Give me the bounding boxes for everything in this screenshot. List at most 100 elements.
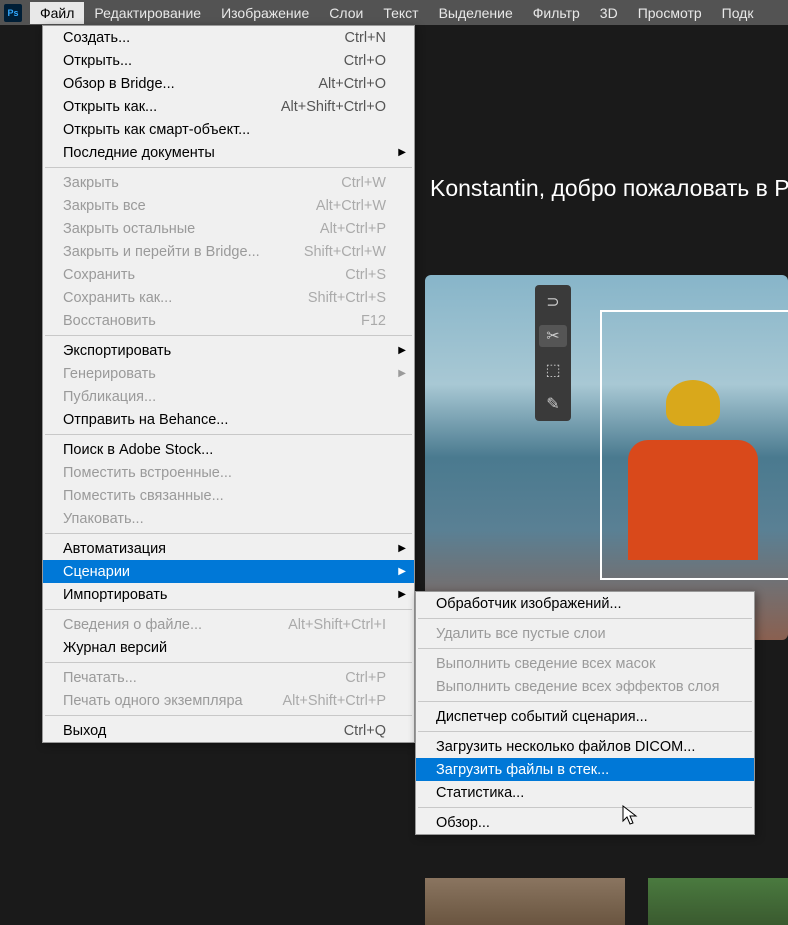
menu-item-label: Выполнить сведение всех масок [436,656,655,672]
submenu-arrow-icon: ▶ [398,345,406,356]
menubar-item-6[interactable]: Фильтр [523,2,590,24]
file-menu-item-g5-1[interactable]: Сценарии▶ [43,560,414,583]
menu-item-label: Открыть как смарт-объект... [63,122,250,138]
menubar: Ps ФайлРедактированиеИзображениеСлоиТекс… [0,0,788,25]
menu-item-label: Обзор в Bridge... [63,76,175,92]
menu-item-label: Сценарии [63,564,130,580]
scripts-submenu-item-g2-0: Удалить все пустые слои [416,622,754,645]
thumbnail-1[interactable] [425,878,625,925]
file-menu-item-g7-1: Печать одного экземпляра Alt+Shift+Ctrl+P [43,689,414,712]
file-menu-item-g6-1[interactable]: Журнал версий [43,636,414,659]
file-menu-item-g4-1: Поместить встроенные... [43,461,414,484]
scripts-submenu-item-g5-1[interactable]: Загрузить файлы в стек... [416,758,754,781]
lasso-icon: ⊃ [539,291,567,313]
person-illustration [628,380,758,560]
menu-item-label: Сохранить [63,267,135,283]
file-menu-item-g1-4[interactable]: Открыть как смарт-объект... [43,118,414,141]
file-menu-item-g2-6: ВосстановитьF12 [43,309,414,332]
scripts-submenu-item-g1-0[interactable]: Обработчик изображений... [416,592,754,615]
menu-item-label: Поместить связанные... [63,488,224,504]
file-menu-item-g1-0[interactable]: Создать...Ctrl+N [43,26,414,49]
menubar-item-4[interactable]: Текст [373,2,428,24]
file-menu-item-g8-0[interactable]: ВыходCtrl+Q [43,719,414,742]
menu-item-label: Статистика... [436,785,524,801]
menu-item-label: Открыть как... [63,99,157,115]
menu-item-shortcut: Ctrl+W [341,175,386,191]
menu-item-label: Отправить на Behance... [63,412,228,428]
menu-separator [45,609,412,610]
submenu-arrow-icon: ▶ [398,589,406,600]
menu-item-label: Публикация... [63,389,156,405]
welcome-heading: Konstantin, добро пожаловать в Ph [430,175,788,202]
object-select-icon: ⬚ [539,359,567,381]
menu-item-shortcut: Shift+Ctrl+W [304,244,386,260]
file-menu-item-g2-2: Закрыть остальныеAlt+Ctrl+P [43,217,414,240]
file-menu-item-g3-0[interactable]: Экспортировать ▶ [43,339,414,362]
menu-item-label: Удалить все пустые слои [436,626,606,642]
menubar-item-5[interactable]: Выделение [429,2,523,24]
menu-item-label: Поиск в Adobe Stock... [63,442,213,458]
menu-separator [45,434,412,435]
menu-item-shortcut: Ctrl+P [345,670,386,686]
menubar-item-0[interactable]: Файл [30,2,84,24]
menu-item-shortcut: Alt+Shift+Ctrl+P [282,693,386,709]
menu-item-shortcut: Ctrl+O [344,53,386,69]
submenu-arrow-icon: ▶ [398,147,406,158]
scripts-submenu: Обработчик изображений... Удалить все пус… [415,591,755,835]
menubar-item-3[interactable]: Слои [319,2,373,24]
menu-item-shortcut: Ctrl+N [345,30,387,46]
file-menu-item-g5-0[interactable]: Автоматизация ▶ [43,537,414,560]
scripts-submenu-item-g5-2[interactable]: Статистика... [416,781,754,804]
menubar-item-8[interactable]: Просмотр [628,2,712,24]
menu-separator [45,533,412,534]
file-menu-item-g4-3: Упаковать... [43,507,414,530]
menu-item-label: Журнал версий [63,640,167,656]
file-menu-item-g4-0[interactable]: Поиск в Adobe Stock... [43,438,414,461]
file-menu-item-g3-3[interactable]: Отправить на Behance... [43,408,414,431]
menubar-item-7[interactable]: 3D [590,2,628,24]
file-menu-item-g1-2[interactable]: Обзор в Bridge...Alt+Ctrl+O [43,72,414,95]
menubar-item-9[interactable]: Подк [712,2,764,24]
scripts-submenu-item-g6-0[interactable]: Обзор... [416,811,754,834]
tool-overlay: ⊃ ✂ ⬚ ✎ [535,285,571,421]
menu-separator [418,618,752,619]
menu-item-label: Загрузить несколько файлов DICOM... [436,739,695,755]
thumbnail-2[interactable] [648,878,788,925]
file-menu-item-g1-3[interactable]: Открыть как... Alt+Shift+Ctrl+O [43,95,414,118]
file-menu-item-g1-1[interactable]: Открыть...Ctrl+O [43,49,414,72]
menu-separator [418,807,752,808]
menu-item-label: Закрыть [63,175,119,191]
menu-item-label: Экспортировать [63,343,171,359]
menu-item-label: Диспетчер событий сценария... [436,709,648,725]
menu-item-shortcut: Alt+Shift+Ctrl+O [281,99,386,115]
menu-item-shortcut: Alt+Shift+Ctrl+I [288,617,386,633]
menu-item-label: Обработчик изображений... [436,596,622,612]
menu-item-label: Печать одного экземпляра [63,693,243,709]
file-menu-item-g5-2[interactable]: Импортировать▶ [43,583,414,606]
file-menu-item-g2-1: Закрыть всеAlt+Ctrl+W [43,194,414,217]
menu-item-label: Загрузить файлы в стек... [436,762,609,778]
menu-item-label: Последние документы [63,145,215,161]
menu-separator [418,731,752,732]
menu-separator [45,167,412,168]
menu-item-shortcut: F12 [361,313,386,329]
menu-separator [418,701,752,702]
file-menu-item-g4-2: Поместить связанные... [43,484,414,507]
menubar-item-1[interactable]: Редактирование [84,2,211,24]
file-menu-item-g2-3: Закрыть и перейти в Bridge... Shift+Ctrl+… [43,240,414,263]
menu-item-label: Упаковать... [63,511,144,527]
menu-item-label: Закрыть остальные [63,221,195,237]
preview-image: ⊃ ✂ ⬚ ✎ [425,275,788,640]
menu-item-label: Закрыть и перейти в Bridge... [63,244,260,260]
scripts-submenu-item-g3-1: Выполнить сведение всех эффектов слоя [416,675,754,698]
submenu-arrow-icon: ▶ [398,543,406,554]
scripts-submenu-item-g4-0[interactable]: Диспетчер событий сценария... [416,705,754,728]
file-menu-item-g2-0: Закрыть Ctrl+W [43,171,414,194]
menu-item-label: Автоматизация [63,541,166,557]
file-menu-item-g6-0: Сведения о файле...Alt+Shift+Ctrl+I [43,613,414,636]
eyedropper-icon: ✎ [539,393,567,415]
scripts-submenu-item-g5-0[interactable]: Загрузить несколько файлов DICOM... [416,735,754,758]
file-menu-item-g1-5[interactable]: Последние документы ▶ [43,141,414,164]
menubar-item-2[interactable]: Изображение [211,2,319,24]
app-icon: Ps [4,4,22,22]
